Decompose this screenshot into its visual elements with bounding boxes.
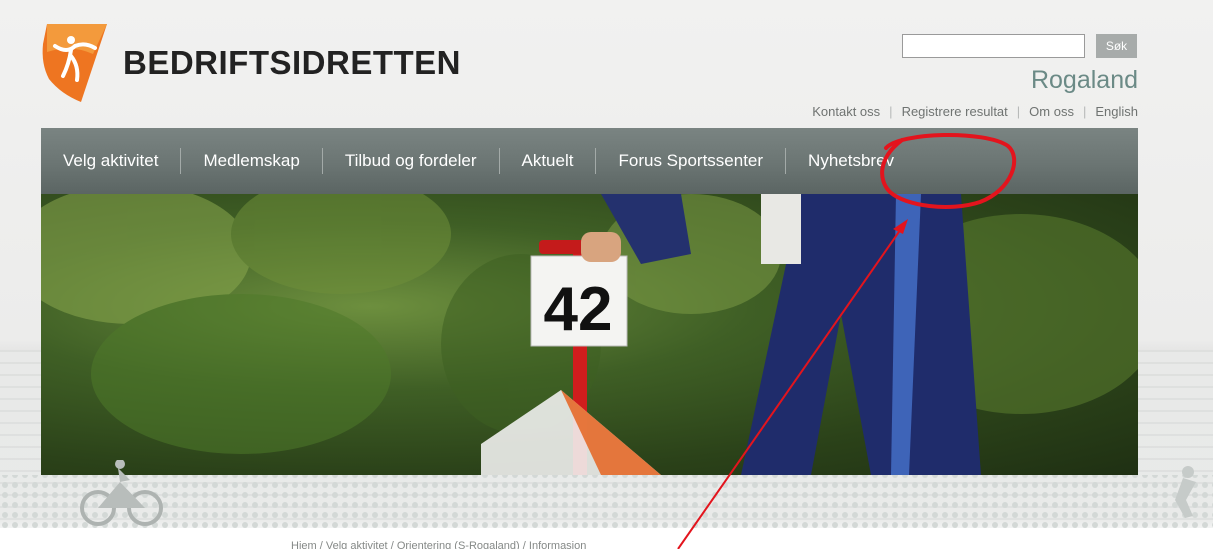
nav-item-nyhetsbrev[interactable]: Nyhetsbrev bbox=[808, 151, 894, 171]
athlete-silhouettes bbox=[0, 460, 1213, 528]
nav-divider bbox=[321, 148, 323, 174]
nav-item-aktuelt[interactable]: Aktuelt bbox=[522, 151, 574, 171]
nav-divider bbox=[180, 148, 182, 174]
nav-item-velg-aktivitet[interactable]: Velg aktivitet bbox=[63, 151, 158, 171]
divider: | bbox=[1082, 104, 1087, 119]
divider: | bbox=[889, 104, 893, 119]
top-link-english[interactable]: English bbox=[1095, 104, 1138, 119]
hero-image: 42 bbox=[41, 194, 1138, 475]
logo-text: BEDRIFTSIDRETTEN bbox=[123, 44, 461, 81]
divider: | bbox=[1016, 104, 1021, 119]
breadcrumb-orientering[interactable]: Orientering (S-Rogaland) bbox=[397, 540, 520, 549]
search-input[interactable] bbox=[902, 34, 1085, 58]
logo-figure-icon bbox=[42, 24, 107, 102]
control-marker-number: 42 bbox=[544, 275, 613, 344]
search-form: Søk bbox=[902, 34, 1137, 58]
breadcrumb-velg-aktivitet[interactable]: Velg aktivitet bbox=[326, 540, 388, 549]
breadcrumb: Hjem / Velg aktivitet / Orientering (S-R… bbox=[291, 540, 586, 549]
top-links: Kontakt oss | Registrere resultat | Om o… bbox=[812, 104, 1138, 119]
top-link-contact[interactable]: Kontakt oss bbox=[812, 104, 880, 119]
nav-divider bbox=[785, 148, 787, 174]
region-title: Rogaland bbox=[1030, 66, 1138, 94]
breadcrumb-current: Informasjon bbox=[528, 540, 587, 549]
top-link-about[interactable]: Om oss bbox=[1029, 104, 1074, 119]
breadcrumb-home[interactable]: Hjem bbox=[291, 540, 317, 549]
top-link-register-result[interactable]: Registrere resultat bbox=[902, 104, 1008, 119]
main-nav: Velg aktivitet Medlemskap Tilbud og ford… bbox=[41, 128, 1138, 194]
site-logo[interactable]: BEDRIFTSIDRETTEN bbox=[41, 24, 461, 102]
search-button[interactable]: Søk bbox=[1096, 34, 1137, 58]
nav-item-forus[interactable]: Forus Sportssenter bbox=[618, 151, 763, 171]
nav-item-medlemskap[interactable]: Medlemskap bbox=[203, 151, 299, 171]
nav-item-tilbud[interactable]: Tilbud og fordeler bbox=[345, 151, 477, 171]
nav-divider bbox=[595, 148, 597, 174]
nav-divider bbox=[498, 148, 500, 174]
hero-photo-illustration: 42 bbox=[41, 194, 1138, 475]
